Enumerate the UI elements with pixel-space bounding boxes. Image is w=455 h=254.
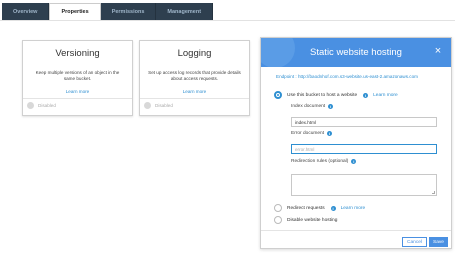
dialog-footer-divider xyxy=(261,230,451,231)
info-icon[interactable]: i xyxy=(363,92,369,98)
info-icon[interactable]: i xyxy=(330,205,336,211)
logging-status-label: Disabled xyxy=(155,103,173,108)
logging-status: Disabled xyxy=(144,102,173,109)
info-icon[interactable]: i xyxy=(351,159,357,164)
option-disable-label: Disable website hosting xyxy=(287,217,338,223)
error-document-label: Error document i xyxy=(291,131,333,136)
radio-redirect-requests[interactable] xyxy=(274,204,282,212)
static-website-hosting-dialog: Static website hosting × Endpoint : http… xyxy=(260,37,452,249)
save-button[interactable]: Save xyxy=(429,237,448,247)
error-document-placeholder: error.html xyxy=(295,146,315,152)
radio-host-website[interactable] xyxy=(274,91,282,99)
index-document-input[interactable]: index.html xyxy=(291,117,437,127)
tab-overview[interactable]: Overview xyxy=(2,3,50,20)
option-host-label: Use this bucket to host a website xyxy=(287,92,358,98)
host-learn-more-link[interactable]: Learn more xyxy=(373,93,398,98)
logging-description: Set up access log records that provide d… xyxy=(148,70,241,81)
versioning-status-label: Disabled xyxy=(38,103,56,108)
logging-card[interactable]: Logging Set up access log records that p… xyxy=(139,40,250,116)
error-document-input[interactable]: error.html xyxy=(291,144,437,154)
tab-permissions[interactable]: Permissions xyxy=(100,3,157,20)
close-icon[interactable]: × xyxy=(431,44,445,58)
info-icon[interactable]: i xyxy=(327,131,333,136)
endpoint-url[interactable]: Endpoint : http://baodnhof.com.s3-websit… xyxy=(276,74,446,80)
dialog-header: Static website hosting × xyxy=(261,38,451,67)
resize-handle-icon[interactable] xyxy=(432,191,435,194)
index-document-label-text: Index document xyxy=(291,104,326,109)
info-icon[interactable]: i xyxy=(328,104,334,109)
status-dot-icon xyxy=(27,102,34,109)
option-host-website[interactable]: Use this bucket to host a website i Lear… xyxy=(274,91,398,99)
versioning-status: Disabled xyxy=(27,102,56,109)
card-divider xyxy=(140,98,249,99)
option-redirect-label: Redirect requests xyxy=(287,205,325,211)
logging-learn-more-link[interactable]: Learn more xyxy=(140,89,249,94)
dialog-title: Static website hosting xyxy=(310,47,402,58)
redirection-rules-label-text: Redirection rules (optional) xyxy=(291,159,349,164)
index-document-label: Index document i xyxy=(291,104,334,109)
redirection-rules-label: Redirection rules (optional) i xyxy=(291,159,357,164)
status-dot-icon xyxy=(144,102,151,109)
properties-tabbar: Overview Properties Permissions Manageme… xyxy=(2,3,214,20)
tab-properties[interactable]: Properties xyxy=(49,3,101,20)
option-disable-hosting[interactable]: Disable website hosting xyxy=(274,216,337,224)
logging-title: Logging xyxy=(177,48,212,59)
index-document-value: index.html xyxy=(295,119,316,125)
redirect-learn-more-link[interactable]: Learn more xyxy=(341,206,366,211)
versioning-description: Keep multiple versions of an object in t… xyxy=(35,70,120,81)
option-redirect-requests[interactable]: Redirect requests i Learn more xyxy=(274,204,365,212)
tab-management[interactable]: Management xyxy=(156,3,214,20)
error-document-label-text: Error document xyxy=(291,131,325,136)
cancel-button[interactable]: Cancel xyxy=(402,237,427,247)
versioning-card[interactable]: Versioning Keep multiple versions of an … xyxy=(22,40,133,116)
radio-disable-hosting[interactable] xyxy=(274,216,282,224)
tab-divider xyxy=(0,20,455,21)
card-divider xyxy=(23,98,132,99)
versioning-learn-more-link[interactable]: Learn more xyxy=(23,89,132,94)
redirection-rules-textarea[interactable] xyxy=(291,174,437,196)
versioning-title: Versioning xyxy=(55,48,100,59)
